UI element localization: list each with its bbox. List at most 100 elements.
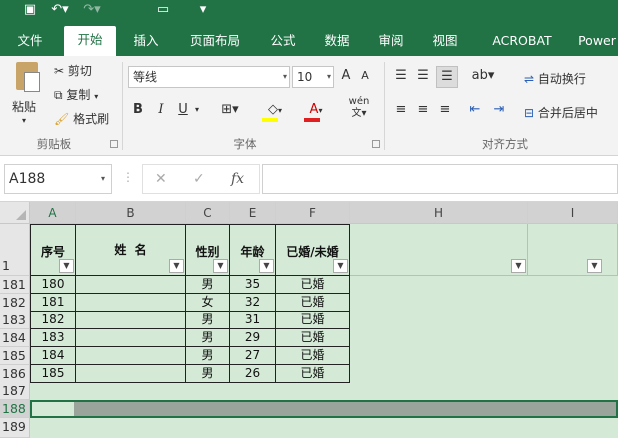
cell-status[interactable]: 已婚	[276, 364, 350, 383]
cell-age[interactable]: 35	[230, 276, 276, 294]
row-header[interactable]: 186	[0, 364, 30, 383]
align-center-icon[interactable]: ≡	[414, 100, 432, 120]
filter-dropdown-icon[interactable]: ▼	[259, 259, 274, 273]
tab-review[interactable]: 审阅	[370, 30, 412, 56]
fill-color-button[interactable]: ◇▾	[260, 100, 290, 122]
select-all-corner[interactable]	[0, 202, 30, 224]
cell-status[interactable]: 已婚	[276, 329, 350, 348]
cell-status[interactable]: 已婚	[276, 276, 350, 294]
tab-insert[interactable]: 插入	[124, 30, 168, 56]
cell-age[interactable]: 32	[230, 293, 276, 312]
cut-button[interactable]: ✂ 剪切	[54, 62, 92, 79]
italic-button[interactable]: I	[154, 100, 168, 120]
cell-age[interactable]: 27	[230, 346, 276, 365]
font-launcher-icon[interactable]	[372, 140, 380, 148]
filter-dropdown-icon[interactable]: ▼	[511, 259, 526, 273]
customize-icon[interactable]: ▾	[196, 2, 210, 18]
tab-home[interactable]: 开始	[64, 26, 116, 56]
cell-gender[interactable]: 男	[186, 311, 230, 330]
wrap-text-button[interactable]: ⇌ 自动换行	[524, 70, 586, 87]
tab-data[interactable]: 数据	[316, 30, 358, 56]
column-header-i[interactable]: I	[528, 202, 618, 224]
row-header-189[interactable]: 189	[0, 418, 30, 438]
tab-formulas[interactable]: 公式	[262, 30, 304, 56]
font-size-box[interactable]: 10 ▾	[292, 66, 334, 88]
tab-acrobat[interactable]: ACROBAT	[480, 30, 564, 56]
tab-page-layout[interactable]: 页面布局	[180, 30, 250, 56]
align-left-icon[interactable]: ≡	[392, 100, 410, 120]
cell-gender[interactable]: 女	[186, 293, 230, 312]
cell-num[interactable]: 180	[30, 276, 76, 294]
cell-name[interactable]	[76, 329, 186, 348]
row-header[interactable]: 185	[0, 346, 30, 365]
cell-name[interactable]	[76, 346, 186, 365]
pinyin-button[interactable]: wén 文▾	[346, 96, 372, 120]
tab-power[interactable]: Power	[572, 30, 618, 56]
cell-num[interactable]: 183	[30, 329, 76, 348]
column-header-b[interactable]: B	[76, 202, 186, 224]
underline-dropdown-icon[interactable]: ▾	[192, 100, 202, 120]
active-cell-a188[interactable]	[32, 402, 74, 416]
increase-indent-icon[interactable]: ⇥	[490, 100, 508, 120]
insert-function-icon[interactable]: fx	[231, 171, 244, 187]
cell-gender[interactable]: 男	[186, 276, 230, 294]
header-cell-i[interactable]	[528, 224, 618, 276]
filter-dropdown-icon[interactable]: ▼	[587, 259, 602, 273]
header-cell-h[interactable]	[350, 224, 528, 276]
formula-input[interactable]	[262, 164, 618, 194]
cell-gender[interactable]: 男	[186, 329, 230, 348]
selected-row-188[interactable]	[30, 400, 618, 418]
cell-name[interactable]	[76, 276, 186, 294]
cell-age[interactable]: 26	[230, 364, 276, 383]
orientation-icon[interactable]: ab▾	[470, 66, 496, 86]
filter-dropdown-icon[interactable]: ▼	[213, 259, 228, 273]
format-painter-button[interactable]: 🖌 格式刷	[54, 110, 109, 127]
copy-button[interactable]: ⧉ 复制 ▾	[54, 86, 98, 103]
cell-num[interactable]: 185	[30, 364, 76, 383]
font-color-button[interactable]: A▾	[302, 100, 330, 122]
paste-dropdown-icon[interactable]: ▾	[22, 116, 26, 125]
enter-icon[interactable]: ✓	[193, 171, 205, 187]
cancel-icon[interactable]: ✕	[155, 171, 167, 187]
filter-dropdown-icon[interactable]: ▼	[333, 259, 348, 273]
merge-center-button[interactable]: ⊟ 合并后居中	[524, 104, 598, 121]
shrink-font-button[interactable]: A	[358, 66, 372, 86]
paste-icon[interactable]	[12, 62, 42, 96]
column-header-c[interactable]: C	[186, 202, 230, 224]
column-header-a[interactable]: A	[30, 202, 76, 224]
cell-name[interactable]	[76, 364, 186, 383]
row-header-187[interactable]: 187	[0, 382, 30, 400]
cell-status[interactable]: 已婚	[276, 311, 350, 330]
filter-dropdown-icon[interactable]: ▼	[59, 259, 74, 273]
filter-dropdown-icon[interactable]: ▼	[169, 259, 184, 273]
cell-age[interactable]: 29	[230, 329, 276, 348]
redo-icon[interactable]: ↷▾	[80, 2, 104, 18]
row-header-188[interactable]: 188	[0, 400, 30, 418]
row-header[interactable]: 181	[0, 276, 30, 294]
cell-gender[interactable]: 男	[186, 346, 230, 365]
cell-num[interactable]: 181	[30, 293, 76, 312]
cell-name[interactable]	[76, 311, 186, 330]
cell-age[interactable]: 31	[230, 311, 276, 330]
align-right-icon[interactable]: ≡	[436, 100, 454, 120]
grow-font-button[interactable]: A	[338, 66, 354, 86]
name-box[interactable]: A188 ▾	[4, 164, 112, 194]
clipboard-launcher-icon[interactable]	[110, 140, 118, 148]
cell-gender[interactable]: 男	[186, 364, 230, 383]
tab-view[interactable]: 视图	[424, 30, 466, 56]
row-header-1[interactable]: 1	[0, 224, 30, 276]
tab-file[interactable]: 文件	[8, 30, 52, 56]
paste-button[interactable]: 粘贴	[12, 98, 36, 115]
column-header-h[interactable]: H	[350, 202, 528, 224]
underline-button[interactable]: U	[176, 100, 190, 120]
decrease-indent-icon[interactable]: ⇤	[466, 100, 484, 120]
row-header[interactable]: 183	[0, 311, 30, 330]
bold-button[interactable]: B	[130, 100, 146, 120]
align-middle-icon[interactable]: ☰	[414, 66, 432, 86]
save-icon[interactable]: ▣	[22, 2, 38, 18]
align-top-icon[interactable]: ☰	[392, 66, 410, 86]
align-bottom-icon[interactable]: ☰	[436, 66, 458, 88]
row-header[interactable]: 184	[0, 329, 30, 348]
borders-icon[interactable]: ⊞▾	[218, 100, 242, 120]
row-header[interactable]: 182	[0, 293, 30, 312]
